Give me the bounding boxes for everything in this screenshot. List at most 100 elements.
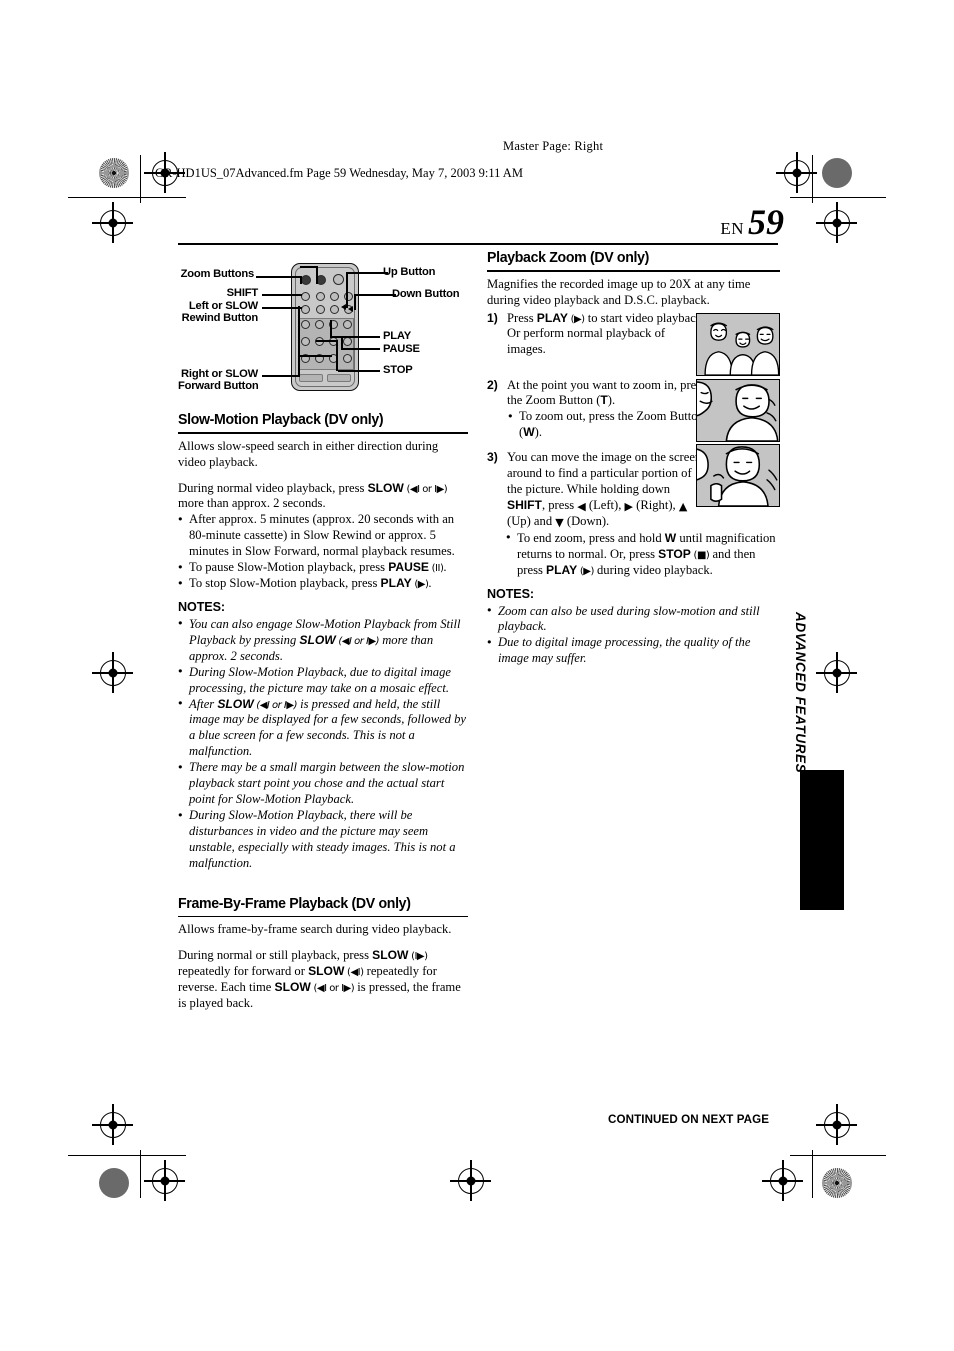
callout-left-slow-line1: Left or SLOW <box>188 300 258 312</box>
leader-up-arrow <box>341 304 346 310</box>
step3-sub-t1: To end zoom, press and hold <box>517 530 665 545</box>
remote-keypad-1[interactable] <box>301 320 310 329</box>
registration-mark-right-bottom <box>816 1104 857 1145</box>
step3-label-up: (Up) and <box>507 513 556 528</box>
list-item: During Slow-Motion Playback, due to digi… <box>178 664 468 697</box>
list-item: You can move the image on the screen aro… <box>487 450 707 530</box>
fbf-b3: SLOW <box>274 980 311 995</box>
remote-button-r3c2[interactable] <box>316 305 325 314</box>
leader-right-slow-v <box>298 306 301 376</box>
note-slow-glyph-1: (◀I or I▶) <box>335 635 380 647</box>
bullet-text-1: After approx. 5 minutes (approx. 20 seco… <box>189 512 455 559</box>
leader-shift <box>262 294 302 297</box>
frame-by-frame-instruction: During normal or still playback, press S… <box>178 948 468 1012</box>
remote-keypad-4[interactable] <box>343 320 352 329</box>
step3-sub-t4: during video playback. <box>593 562 713 577</box>
list-item: Due to digital image processing, the qua… <box>487 635 780 667</box>
section-title-slow-motion: Slow-Motion Playback (DV only) <box>178 411 384 428</box>
note-slow-keyword-1: SLOW <box>299 632 336 647</box>
notes-heading-left: NOTES: <box>178 600 225 615</box>
bullet-suffix-3: . <box>428 576 432 591</box>
step3-sub-stop: STOP <box>658 546 691 561</box>
remote-button-r2c3[interactable] <box>330 292 339 301</box>
crop-line-bottom-right <box>790 1155 886 1157</box>
callout-shift: SHIFT <box>226 287 259 299</box>
list-item: After approx. 5 minutes (approx. 20 seco… <box>178 512 468 560</box>
step3-text-a: You can move the image on the screen aro… <box>507 450 702 497</box>
list-item: During Slow-Motion Playback, there will … <box>178 808 468 872</box>
step3-label-down: (Down). <box>563 513 610 528</box>
notes-heading-right: NOTES: <box>487 586 534 601</box>
step3-sub-w: W <box>664 530 677 545</box>
step3-text-b: , press <box>541 498 578 513</box>
remote-button-power[interactable] <box>333 274 344 285</box>
illustration-closeup-face <box>696 444 780 507</box>
stop-glyph-icon: (■) <box>690 549 710 561</box>
step2-sub-suffix: ). <box>534 425 542 440</box>
list-item: You can also engage Slow-Motion Playback… <box>178 616 468 665</box>
step3-label-left: (Left), <box>585 498 625 513</box>
callout-up-button: Up Button <box>383 266 436 278</box>
playback-zoom-intro: Magnifies the recorded image up to 20X a… <box>487 276 751 307</box>
illustration-three-people <box>696 313 780 376</box>
shift-button[interactable] <box>301 292 310 301</box>
step2-sub-bullets: To zoom out, press the Zoom Button (W). <box>507 409 707 441</box>
list-item: After SLOW (◀I or I▶) is pressed and hel… <box>178 696 468 761</box>
callout-zoom-buttons: Zoom Buttons <box>180 268 255 280</box>
left-slow-rewind-button[interactable] <box>301 305 310 314</box>
crop-line-vert-right <box>812 155 814 203</box>
note-text-5: During Slow-Motion Playback, there will … <box>189 808 456 870</box>
remote-keypad-5[interactable] <box>301 337 310 346</box>
callout-pause: PAUSE <box>383 343 420 355</box>
pause-keyword: PAUSE <box>388 560 429 575</box>
fbf-g3: (◀I or I▶) <box>310 983 355 995</box>
left-arrow-icon: ◀ <box>577 500 586 514</box>
fbf-b1: SLOW <box>372 948 409 963</box>
slow-motion-instruction: During normal video playback, press SLOW… <box>178 481 468 513</box>
illustration-zoomed-face <box>696 379 780 442</box>
up-button[interactable] <box>330 305 339 314</box>
remote-bottom-bar-right <box>327 374 351 382</box>
crop-line-top-right <box>790 197 886 199</box>
list-item: To pause Slow-Motion playback, press PAU… <box>178 560 468 576</box>
registration-mark-left-bottom <box>92 1104 133 1145</box>
leader-pause <box>341 348 380 350</box>
remote-keypad-12[interactable] <box>343 354 352 363</box>
remote-keypad-2[interactable] <box>315 320 324 329</box>
list-item: To zoom out, press the Zoom Button (W). <box>507 409 707 441</box>
crop-line-vert-left <box>140 155 142 203</box>
leader-left-slow <box>262 307 302 310</box>
slow-motion-instruction-suffix: more than approx. 2 seconds. <box>178 496 326 511</box>
leader-up-button-v <box>346 272 348 308</box>
zoom-button-w[interactable] <box>301 275 311 285</box>
section-rule-slow-motion <box>178 432 468 434</box>
registration-mark-bottom-left <box>144 1160 185 1201</box>
page-number: EN 59 <box>720 204 784 240</box>
zoom-note-text-1: Zoom can also be used during slow-motion… <box>498 603 760 634</box>
side-tab-label: ADVANCED FEATURES <box>793 612 808 774</box>
note-prefix-3: After <box>189 696 218 711</box>
registration-mark-left-upper <box>92 202 133 243</box>
list-item: There may be a small margin between the … <box>178 760 468 808</box>
note-text-4: There may be a small margin between the … <box>189 760 465 807</box>
callout-left-slow-line2: Rewind Button <box>181 312 259 324</box>
step2-text-b: ). <box>607 393 616 408</box>
leader-zoom-buttons-down2 <box>316 266 318 284</box>
registration-mark-bottom-center <box>450 1160 491 1201</box>
step2-zoom-t: T <box>600 393 608 408</box>
step1-play-glyph: (▶) <box>567 313 585 325</box>
leader-stop-v <box>336 340 339 371</box>
step3-sub-bullets: To end zoom, press and hold W until magn… <box>506 530 778 579</box>
step1-play-keyword: PLAY <box>536 310 568 325</box>
zoom-note-text-2: Due to digital image processing, the qua… <box>498 635 751 666</box>
fbf-g1: (I▶) <box>408 951 428 963</box>
remote-button-r2c2[interactable] <box>316 292 325 301</box>
zoom-button-t[interactable] <box>316 275 326 285</box>
pause-glyph: (II) <box>428 563 444 575</box>
step2-zoom-w: W <box>523 425 535 440</box>
fbf-p1: During normal or still playback, press <box>178 948 373 963</box>
stop-button[interactable] <box>343 337 352 346</box>
leader-zoom-buttons-down1 <box>300 276 302 284</box>
fbf-p2: repeatedly for forward or <box>178 964 309 979</box>
note-text-2: During Slow-Motion Playback, due to digi… <box>189 664 451 695</box>
